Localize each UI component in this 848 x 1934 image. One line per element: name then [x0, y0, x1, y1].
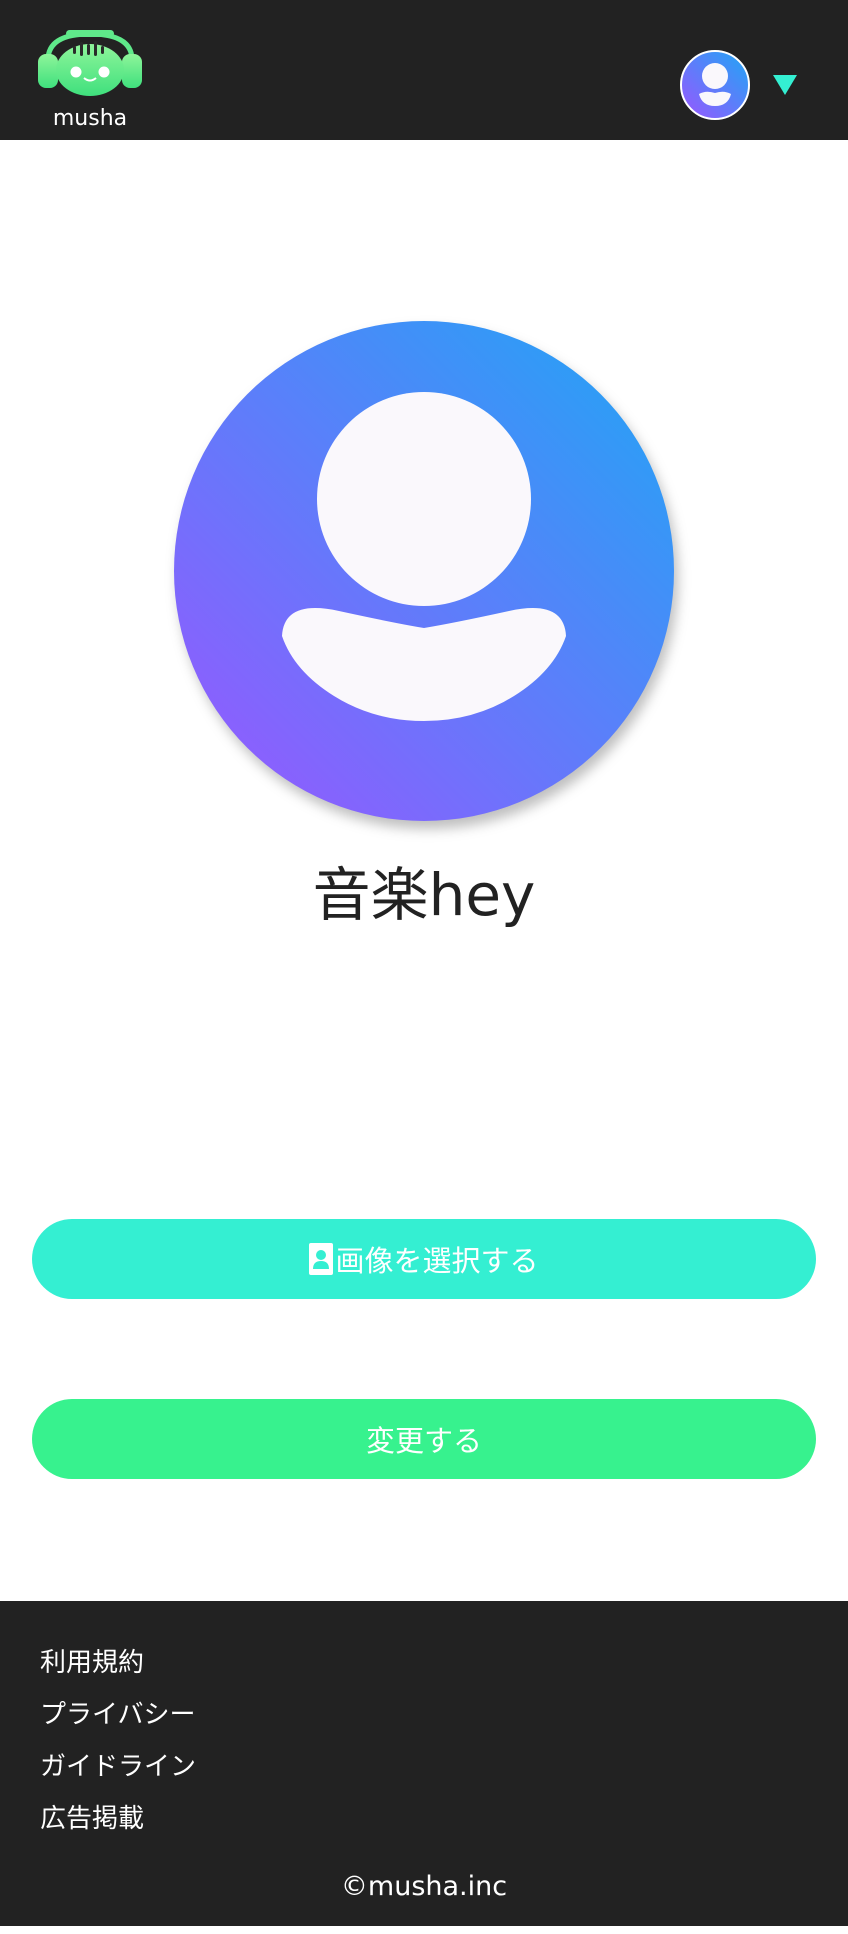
robot-headphones-icon: [38, 30, 142, 96]
footer-link-privacy[interactable]: プライバシー: [40, 1695, 196, 1747]
footer: 利用規約 プライバシー ガイドライン 広告掲載 ©musha.inc: [0, 1601, 848, 1926]
footer-link-guidelines[interactable]: ガイドライン: [40, 1747, 196, 1799]
footer-link-terms[interactable]: 利用規約: [40, 1643, 196, 1695]
user-avatar-icon: [174, 321, 674, 821]
select-image-button[interactable]: 画像を選択する: [32, 1219, 816, 1299]
logo-text: musha: [52, 106, 128, 131]
header-avatar-button[interactable]: [680, 50, 750, 120]
footer-link-advertising[interactable]: 広告掲載: [40, 1799, 196, 1851]
select-image-label: 画像を選択する: [335, 1244, 539, 1278]
change-button[interactable]: 変更する: [32, 1399, 816, 1479]
profile-avatar: [174, 321, 674, 821]
footer-links: 利用規約 プライバシー ガイドライン 広告掲載: [40, 1643, 196, 1851]
contact-card-icon: [309, 1243, 334, 1275]
username: 音楽hey: [312, 861, 536, 929]
app-header: musha: [0, 0, 848, 140]
change-label: 変更する: [365, 1424, 482, 1458]
copyright: ©musha.inc: [340, 1871, 508, 1902]
musha-logo[interactable]: musha: [36, 30, 146, 136]
user-avatar-icon: [680, 50, 750, 120]
caret-down-icon[interactable]: [771, 73, 799, 97]
